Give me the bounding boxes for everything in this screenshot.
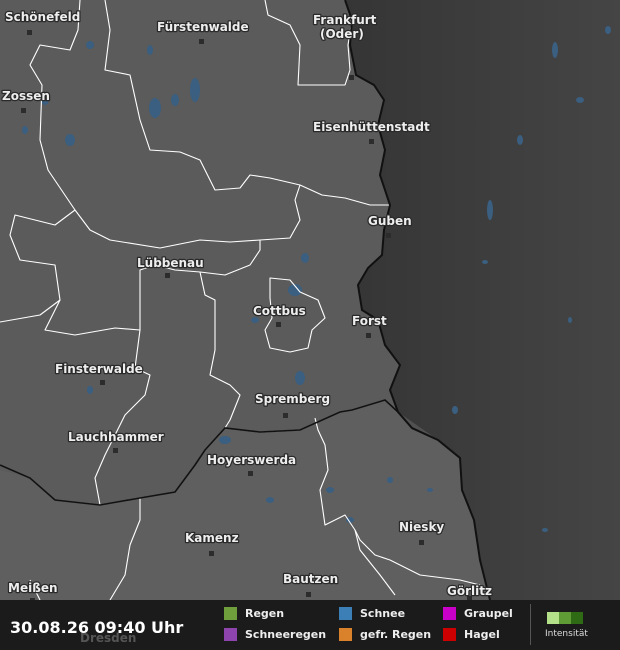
city-label-forst: Forst [352,314,387,328]
legend-label: Graupel [464,607,513,620]
legend-label: Hagel [464,628,500,641]
intensity-label: Intensität [545,629,588,639]
legend-item-schnee: Schnee [339,607,405,620]
city-label-meissen: Meißen [8,581,58,595]
city-label-lauchhammer: Lauchhammer [68,430,164,444]
legend-item-schneeregen: Schneeregen [224,628,326,641]
city-label-goerlitz: Görlitz [447,584,492,598]
city-label-dresden: Dresden [80,631,137,645]
city-label-eisenhuettenstadt: Eisenhüttenstadt [313,120,430,134]
legend-label: gefr. Regen [360,628,432,641]
legend-label: Schnee [360,607,406,620]
legend-item-hagel: Hagel [443,628,500,641]
swatch-schneeregen [224,628,237,641]
legend-divider [530,604,531,645]
swatch-gefr-regen [339,628,352,641]
swatch-hagel [443,628,456,641]
city-label-guben: Guben [368,214,412,228]
city-label-niesky: Niesky [399,520,444,534]
swatch-schnee [339,607,352,620]
legend-label: Schneeregen [245,628,327,641]
intensity-swatch-low [547,612,559,624]
city-label-finsterwalde: Finsterwalde [55,362,143,376]
city-label-zossen: Zossen [2,89,50,103]
city-label-cottbus: Cottbus [253,304,306,318]
city-label-luebbenau: Lübbenau [137,256,204,270]
map-canvas[interactable]: Schönefeld Fürstenwalde Frankfurt (Oder)… [0,0,620,600]
intensity-swatch-high [571,612,583,624]
legend-bar: 30.08.26 09:40 Uhr Regen Schneeregen Sch… [0,600,620,650]
legend-item-regen: Regen [224,607,284,620]
intensity-scale [547,612,583,624]
swatch-regen [224,607,237,620]
city-label-spremberg: Spremberg [255,392,330,406]
legend-label: Regen [245,607,285,620]
city-label-fuerstenwalde: Fürstenwalde [157,20,249,34]
city-label-kamenz: Kamenz [185,531,239,545]
city-label-schoenefeld: Schönefeld [5,10,80,24]
legend-item-graupel: Graupel [443,607,513,620]
city-label-oder: (Oder) [320,27,364,41]
city-label-bautzen: Bautzen [283,572,338,586]
legend-item-gefr-regen: gefr. Regen [339,628,431,641]
swatch-graupel [443,607,456,620]
weather-radar-map: Schönefeld Fürstenwalde Frankfurt (Oder)… [0,0,620,650]
city-label-frankfurt: Frankfurt [313,13,377,27]
intensity-swatch-mid [559,612,571,624]
city-label-hoyerswerda: Hoyerswerda [207,453,296,467]
